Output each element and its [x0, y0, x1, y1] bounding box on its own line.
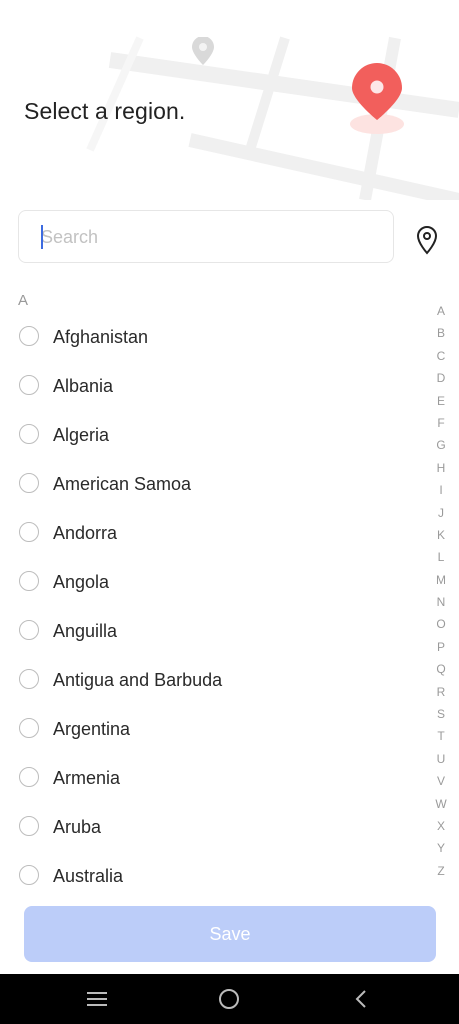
- country-label: Albania: [53, 376, 114, 396]
- index-letter[interactable]: W: [430, 793, 452, 815]
- index-letter[interactable]: U: [430, 748, 452, 770]
- text-cursor: [41, 225, 43, 249]
- index-letter[interactable]: V: [430, 770, 452, 792]
- list-item[interactable]: Antigua and Barbuda: [0, 656, 420, 705]
- country-label: Antigua and Barbuda: [53, 670, 223, 690]
- index-letter[interactable]: L: [430, 546, 452, 568]
- country-label: Anguilla: [53, 621, 118, 641]
- index-letter[interactable]: Q: [430, 658, 452, 680]
- location-pin-icon[interactable]: [412, 224, 442, 256]
- list-item[interactable]: Angola: [0, 558, 420, 607]
- search-box[interactable]: [18, 210, 394, 263]
- index-letter[interactable]: R: [430, 681, 452, 703]
- index-letter[interactable]: A: [430, 300, 452, 322]
- index-letter[interactable]: E: [430, 390, 452, 412]
- system-navigation-bar: [0, 974, 459, 1024]
- radio-button[interactable]: [19, 718, 39, 738]
- index-letter[interactable]: Y: [430, 837, 452, 859]
- country-list: Afghanistan Albania Algeria American Sam…: [0, 313, 420, 901]
- country-label: Argentina: [53, 719, 131, 739]
- index-letter[interactable]: X: [430, 815, 452, 837]
- alphabet-index[interactable]: A B C D E F G H I J K L M N O P Q R S T …: [430, 300, 452, 882]
- search-input[interactable]: [41, 224, 371, 250]
- index-letter[interactable]: G: [430, 434, 452, 456]
- country-label: Algeria: [53, 425, 110, 445]
- index-letter[interactable]: I: [430, 479, 452, 501]
- radio-button[interactable]: [19, 767, 39, 787]
- country-label: American Samoa: [53, 474, 192, 494]
- home-circle-icon[interactable]: [214, 986, 244, 1012]
- index-letter[interactable]: M: [430, 569, 452, 591]
- section-header-letter: A: [18, 292, 29, 309]
- index-letter[interactable]: Z: [430, 860, 452, 882]
- menu-icon[interactable]: [82, 986, 112, 1012]
- index-letter[interactable]: C: [430, 345, 452, 367]
- radio-button[interactable]: [19, 669, 39, 689]
- radio-button[interactable]: [19, 424, 39, 444]
- country-label: Aruba: [53, 817, 102, 837]
- country-label: Armenia: [53, 768, 121, 788]
- radio-button[interactable]: [19, 375, 39, 395]
- map-pin-small-icon: [192, 37, 214, 65]
- radio-button[interactable]: [19, 816, 39, 836]
- index-letter[interactable]: K: [430, 524, 452, 546]
- list-item[interactable]: Algeria: [0, 411, 420, 460]
- list-item[interactable]: Andorra: [0, 509, 420, 558]
- save-button[interactable]: Save: [24, 906, 436, 962]
- list-item[interactable]: Armenia: [0, 754, 420, 803]
- list-item[interactable]: Afghanistan: [0, 313, 420, 362]
- radio-button[interactable]: [19, 522, 39, 542]
- radio-button[interactable]: [19, 473, 39, 493]
- list-item[interactable]: Anguilla: [0, 607, 420, 656]
- country-label: Angola: [53, 572, 110, 592]
- back-chevron-icon[interactable]: [346, 986, 376, 1012]
- country-label: Afghanistan: [53, 327, 149, 347]
- index-letter[interactable]: N: [430, 591, 452, 613]
- list-item[interactable]: Aruba: [0, 803, 420, 852]
- country-label: Australia: [53, 866, 124, 886]
- index-letter[interactable]: O: [430, 613, 452, 635]
- radio-button[interactable]: [19, 865, 39, 885]
- index-letter[interactable]: D: [430, 367, 452, 389]
- list-item[interactable]: Albania: [0, 362, 420, 411]
- radio-button[interactable]: [19, 326, 39, 346]
- list-item[interactable]: Australia: [0, 852, 420, 901]
- list-item[interactable]: American Samoa: [0, 460, 420, 509]
- list-item[interactable]: Argentina: [0, 705, 420, 754]
- map-pin-icon: [350, 63, 404, 134]
- index-letter[interactable]: S: [430, 703, 452, 725]
- index-letter[interactable]: H: [430, 457, 452, 479]
- index-letter[interactable]: P: [430, 636, 452, 658]
- index-letter[interactable]: J: [430, 502, 452, 524]
- radio-button[interactable]: [19, 620, 39, 640]
- index-letter[interactable]: B: [430, 322, 452, 344]
- index-letter[interactable]: F: [430, 412, 452, 434]
- page-title: Select a region.: [24, 98, 186, 124]
- header: Select a region.: [0, 0, 459, 200]
- radio-button[interactable]: [19, 571, 39, 591]
- index-letter[interactable]: T: [430, 725, 452, 747]
- country-label: Andorra: [53, 523, 118, 543]
